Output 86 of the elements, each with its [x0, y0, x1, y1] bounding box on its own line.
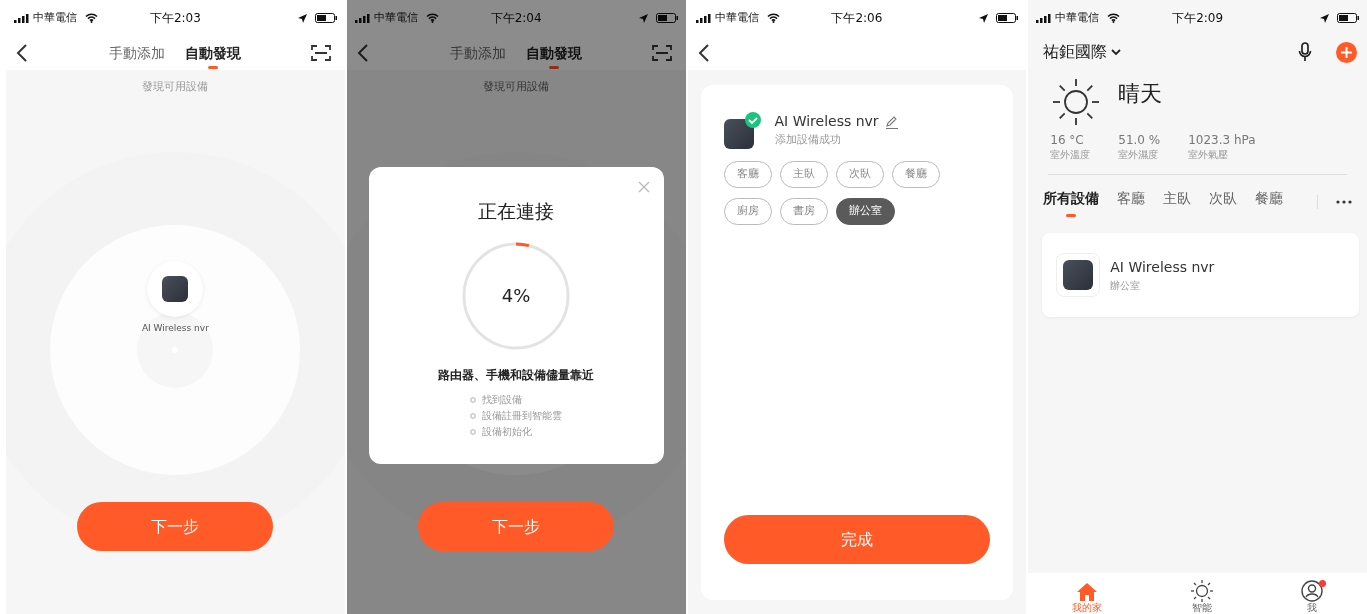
carrier-name: 中華電信 — [1055, 9, 1100, 26]
device-card[interactable]: AI Wireless nvr 辦公室 — [1042, 233, 1359, 317]
carrier-name: 中華電信 — [373, 9, 418, 26]
tab-bar-item[interactable]: 智能 — [1190, 580, 1213, 613]
room-chip[interactable]: 書房 — [779, 198, 828, 225]
tab[interactable]: 自動發現 — [516, 38, 593, 68]
wifi-icon — [425, 13, 439, 23]
room-chip[interactable]: 次臥 — [835, 161, 884, 188]
sun-icon — [1190, 580, 1213, 602]
back-icon[interactable] — [697, 43, 710, 63]
status-time: 下午2:04 — [490, 10, 542, 27]
add-icon[interactable] — [1336, 41, 1357, 63]
home-name: 祐鉅國際 — [1043, 41, 1108, 63]
next-button[interactable]: 下一步 — [418, 502, 615, 551]
battery-icon — [314, 13, 337, 23]
location-arrow-icon — [638, 13, 648, 23]
microphone-icon[interactable] — [1298, 42, 1312, 62]
location-arrow-icon — [1320, 13, 1329, 23]
room-tab[interactable]: 客廳 — [1117, 187, 1146, 217]
scan-icon[interactable] — [651, 44, 672, 62]
step-text: 找到設備 — [482, 392, 523, 407]
weather-label: 室外濕度 — [1118, 148, 1160, 162]
tab-bar-item[interactable]: 我的家 — [1072, 582, 1103, 613]
page-subtitle: 發現可用設備 — [142, 79, 209, 95]
step-text: 設備初始化 — [482, 424, 533, 439]
edit-pencil-icon[interactable] — [884, 114, 899, 129]
home-icon — [1076, 582, 1099, 602]
weather-value: 1023.3 hPa — [1188, 134, 1256, 147]
chevron-down-icon[interactable] — [1111, 48, 1122, 56]
device-name: AI Wireless nvr — [774, 112, 879, 131]
room-tab[interactable]: 餐廳 — [1255, 187, 1284, 217]
carrier-name: 中華電信 — [33, 9, 77, 26]
wifi-icon — [1107, 13, 1121, 23]
tab[interactable]: 手動添加 — [440, 38, 517, 68]
room-tab[interactable]: 主臥 — [1163, 187, 1192, 217]
room-chip[interactable]: 餐廳 — [891, 161, 940, 188]
next-button[interactable]: 下一步 — [77, 502, 274, 551]
wifi-icon — [85, 13, 98, 23]
location-arrow-icon — [979, 13, 989, 23]
step-text: 設備註冊到智能雲 — [482, 408, 563, 423]
profile-icon — [1300, 580, 1323, 602]
device-name: AI Wireless nvr — [1110, 258, 1215, 277]
room-chip[interactable]: 主臥 — [779, 161, 828, 188]
device-name: AI Wireless nvr — [141, 321, 209, 335]
step-circle-icon — [470, 412, 477, 419]
weather-value: 51.0 % — [1118, 134, 1161, 147]
room-chip[interactable]: 廚房 — [723, 198, 772, 225]
scan-icon[interactable] — [310, 44, 331, 62]
signal-icon — [14, 13, 29, 23]
signal-icon — [1036, 13, 1052, 23]
done-button[interactable]: 完成 — [723, 515, 991, 564]
location-arrow-icon — [297, 13, 307, 23]
dialog-title: 正在連接 — [478, 199, 555, 224]
wifi-icon — [766, 13, 780, 23]
page-subtitle: 發現可用設備 — [483, 79, 550, 95]
weather-label: 室外氣壓 — [1188, 148, 1230, 162]
battery-icon — [1337, 13, 1359, 23]
room-chip[interactable]: 客廳 — [723, 161, 772, 188]
weather-value: 16 °C — [1050, 134, 1085, 147]
more-icon[interactable] — [1336, 200, 1352, 204]
signal-icon — [354, 13, 370, 23]
device-room: 辦公室 — [1110, 279, 1142, 293]
back-icon[interactable] — [16, 43, 28, 63]
battery-icon — [655, 13, 678, 23]
signal-icon — [695, 13, 711, 23]
status-time: 下午2:09 — [1172, 10, 1224, 27]
weather-condition: 晴天 — [1118, 79, 1163, 108]
step-circle-icon — [470, 396, 477, 403]
tab[interactable]: 自動發現 — [175, 38, 252, 68]
device-icon — [1056, 253, 1101, 297]
carrier-name: 中華電信 — [714, 9, 759, 26]
room-chip[interactable]: 辦公室 — [835, 198, 895, 225]
device-icon — [723, 112, 761, 149]
back-icon[interactable] — [356, 43, 369, 63]
room-tab[interactable]: 所有設備 — [1043, 187, 1100, 217]
battery-icon — [996, 13, 1019, 23]
status-time: 下午2:03 — [149, 10, 201, 27]
progress-percent: 4% — [501, 284, 531, 308]
step-circle-icon — [470, 428, 477, 435]
status-time: 下午2:06 — [831, 10, 883, 27]
tab-bar-item[interactable]: 我 — [1300, 580, 1323, 613]
connection-hint: 路由器、手機和設備儘量靠近 — [438, 366, 595, 384]
device-status: 添加設備成功 — [774, 132, 842, 148]
weather-label: 室外溫度 — [1050, 148, 1091, 162]
tab[interactable]: 手動添加 — [99, 38, 176, 68]
room-tab[interactable]: 次臥 — [1209, 187, 1238, 217]
